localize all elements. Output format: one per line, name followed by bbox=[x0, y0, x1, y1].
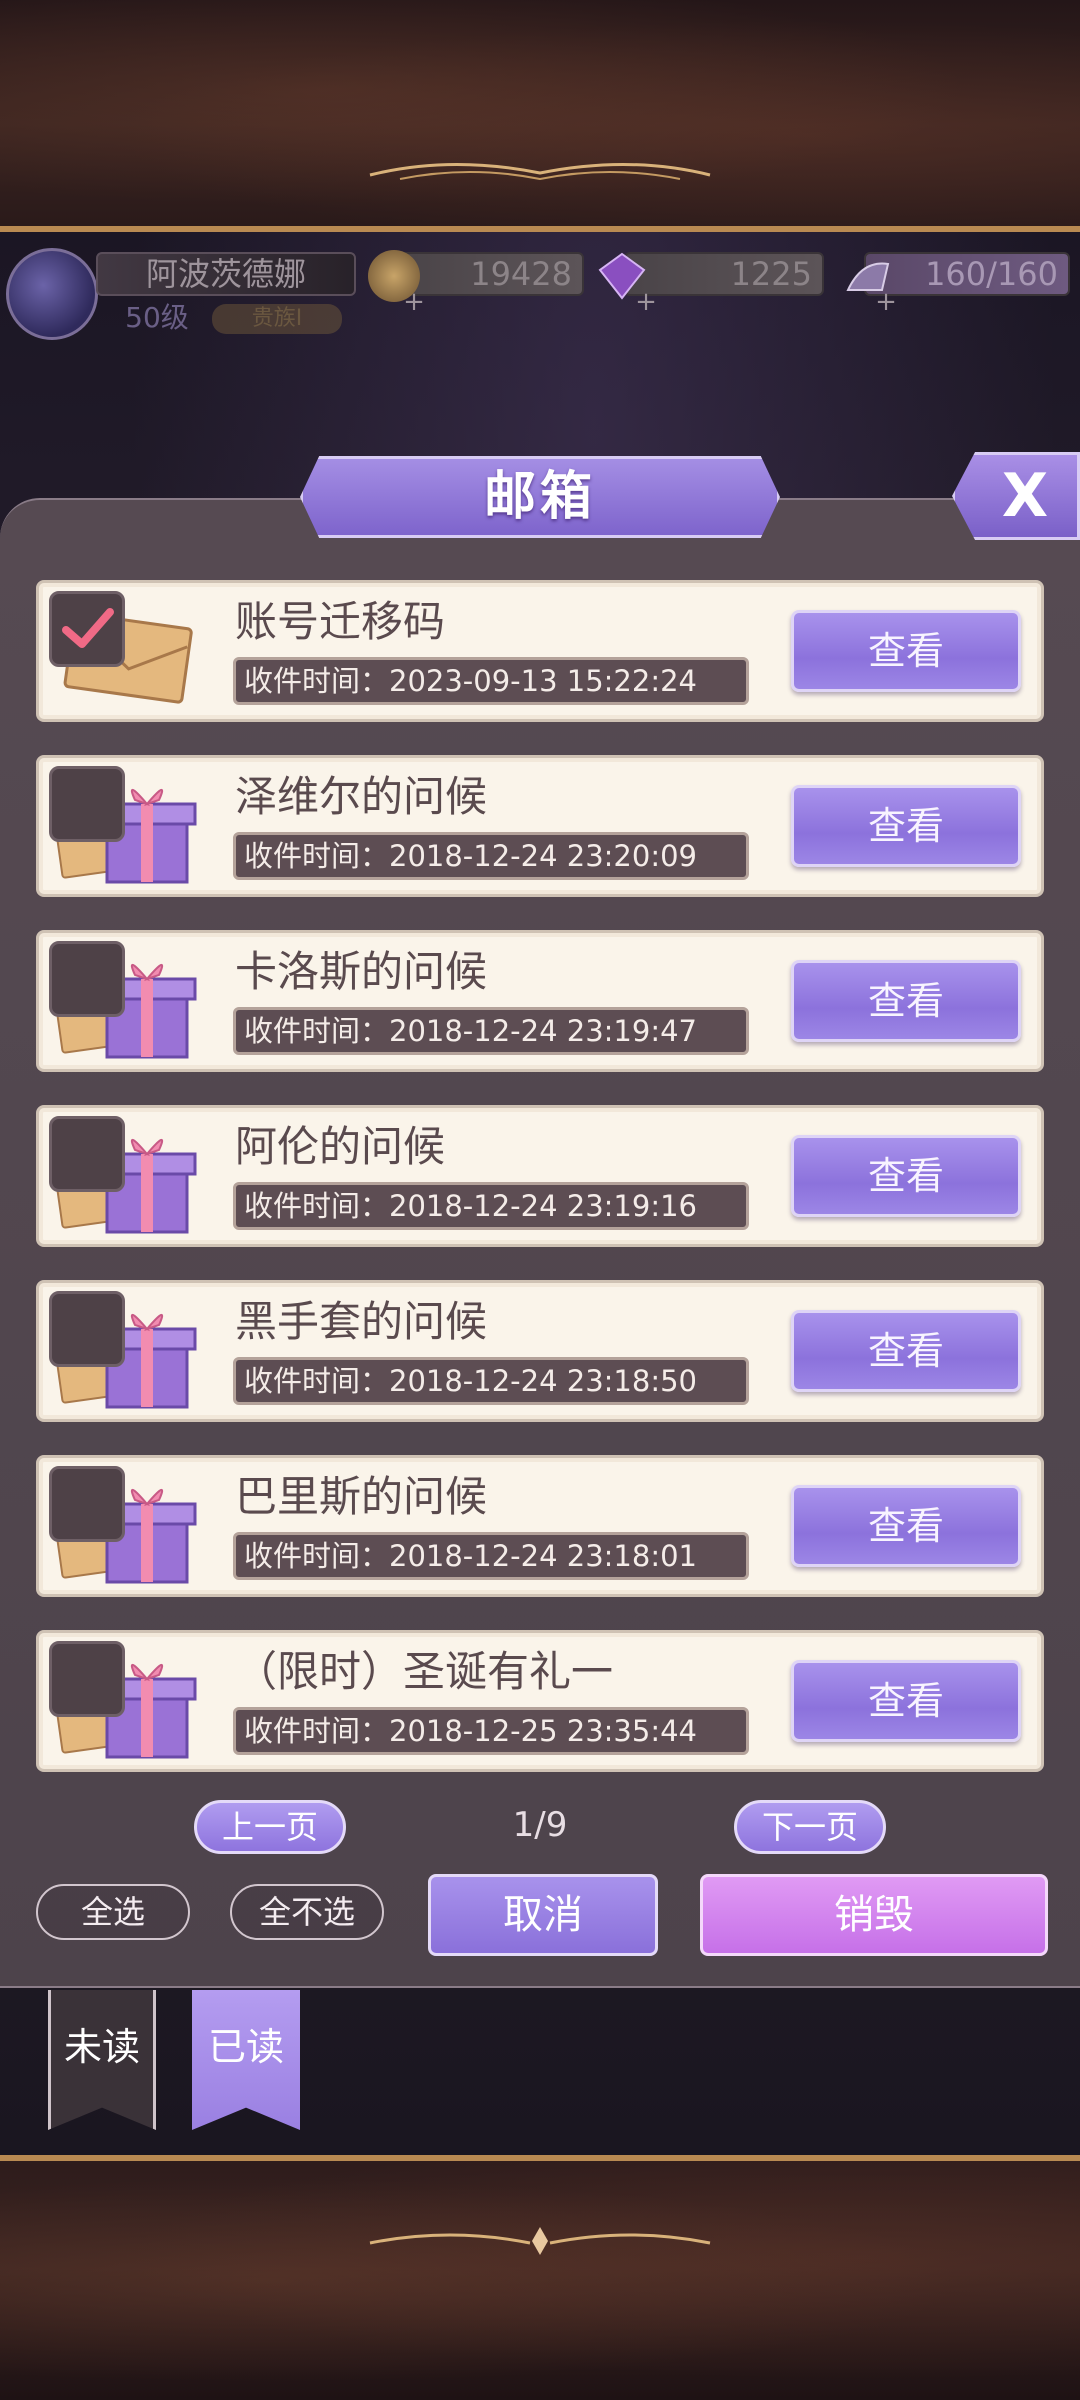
mail-checkbox[interactable] bbox=[49, 1466, 125, 1542]
mail-checkbox[interactable] bbox=[49, 941, 125, 1017]
mail-received-time: 收件时间：2018-12-24 23:19:16 bbox=[233, 1182, 749, 1230]
view-mail-button[interactable]: 查看 bbox=[791, 610, 1021, 692]
mail-received-time: 收件时间：2018-12-25 23:35:44 bbox=[233, 1707, 749, 1755]
add-stamina-icon[interactable]: + bbox=[874, 289, 898, 315]
mailbox-title: 邮箱 bbox=[300, 456, 780, 538]
mail-title: 卡洛斯的问候 bbox=[235, 947, 488, 996]
view-mail-button[interactable]: 查看 bbox=[791, 1310, 1021, 1392]
close-button[interactable]: X bbox=[952, 452, 1080, 540]
avatar[interactable] bbox=[6, 248, 98, 340]
mail-checkbox[interactable] bbox=[49, 1641, 125, 1717]
ornament-icon bbox=[369, 2227, 711, 2255]
page-indicator: 1/9 bbox=[512, 1805, 568, 1845]
mail-list: 账号迁移码 收件时间：2023-09-13 15:22:24 查看 泽维尔的问候… bbox=[36, 580, 1044, 1805]
player-name: 阿波茨德娜 bbox=[96, 252, 356, 296]
checkmark-icon bbox=[62, 608, 114, 648]
view-mail-button[interactable]: 查看 bbox=[791, 1135, 1021, 1217]
mail-item[interactable]: 账号迁移码 收件时间：2023-09-13 15:22:24 查看 bbox=[36, 580, 1044, 722]
gold-counter: 19428 bbox=[400, 252, 584, 296]
destroy-button[interactable]: 销毁 bbox=[700, 1874, 1048, 1956]
add-gold-icon[interactable]: + bbox=[402, 289, 426, 315]
add-diamond-icon[interactable]: + bbox=[634, 289, 658, 315]
mail-item[interactable]: （限时）圣诞有礼一 收件时间：2018-12-25 23:35:44 查看 bbox=[36, 1630, 1044, 1772]
select-all-button[interactable]: 全选 bbox=[36, 1884, 190, 1940]
mail-item[interactable]: 泽维尔的问候 收件时间：2018-12-24 23:20:09 查看 bbox=[36, 755, 1044, 897]
mail-received-time: 收件时间：2023-09-13 15:22:24 bbox=[233, 657, 749, 705]
top-decorative-band bbox=[0, 0, 1080, 232]
mail-checkbox[interactable] bbox=[49, 1291, 125, 1367]
mail-checkbox[interactable] bbox=[49, 591, 125, 667]
mail-title: 账号迁移码 bbox=[235, 597, 446, 646]
mail-item[interactable]: 卡洛斯的问候 收件时间：2018-12-24 23:19:47 查看 bbox=[36, 930, 1044, 1072]
cancel-button[interactable]: 取消 bbox=[428, 1874, 658, 1956]
mail-received-time: 收件时间：2018-12-24 23:19:47 bbox=[233, 1007, 749, 1055]
mail-item[interactable]: 黑手套的问候 收件时间：2018-12-24 23:18:50 查看 bbox=[36, 1280, 1044, 1422]
player-level: 50级 bbox=[125, 301, 189, 334]
mail-received-time: 收件时间：2018-12-24 23:18:01 bbox=[233, 1532, 749, 1580]
mail-title: （限时）圣诞有礼一 bbox=[235, 1647, 614, 1696]
next-page-button[interactable]: 下一页 bbox=[734, 1800, 886, 1854]
mail-received-time: 收件时间：2018-12-24 23:18:50 bbox=[233, 1357, 749, 1405]
view-mail-button[interactable]: 查看 bbox=[791, 1660, 1021, 1742]
player-title-badge: 贵族I bbox=[212, 304, 342, 334]
player-hud: 阿波茨德娜 50级 贵族I 19428 + 1225 + 160/160 + bbox=[0, 240, 1080, 350]
mail-received-time: 收件时间：2018-12-24 23:20:09 bbox=[233, 832, 749, 880]
mail-checkbox[interactable] bbox=[49, 766, 125, 842]
mail-item[interactable]: 阿伦的问候 收件时间：2018-12-24 23:19:16 查看 bbox=[36, 1105, 1044, 1247]
view-mail-button[interactable]: 查看 bbox=[791, 785, 1021, 867]
view-mail-button[interactable]: 查看 bbox=[791, 1485, 1021, 1567]
ornament-icon bbox=[369, 163, 711, 181]
mail-item[interactable]: 巴里斯的问候 收件时间：2018-12-24 23:18:01 查看 bbox=[36, 1455, 1044, 1597]
mail-title: 黑手套的问候 bbox=[235, 1297, 488, 1346]
view-mail-button[interactable]: 查看 bbox=[791, 960, 1021, 1042]
mail-title: 阿伦的问候 bbox=[235, 1122, 446, 1171]
mail-checkbox[interactable] bbox=[49, 1116, 125, 1192]
prev-page-button[interactable]: 上一页 bbox=[194, 1800, 346, 1854]
select-none-button[interactable]: 全不选 bbox=[230, 1884, 384, 1940]
bottom-decorative-band bbox=[0, 2155, 1080, 2400]
mail-title: 巴里斯的问候 bbox=[235, 1472, 488, 1521]
mail-title: 泽维尔的问候 bbox=[235, 772, 488, 821]
